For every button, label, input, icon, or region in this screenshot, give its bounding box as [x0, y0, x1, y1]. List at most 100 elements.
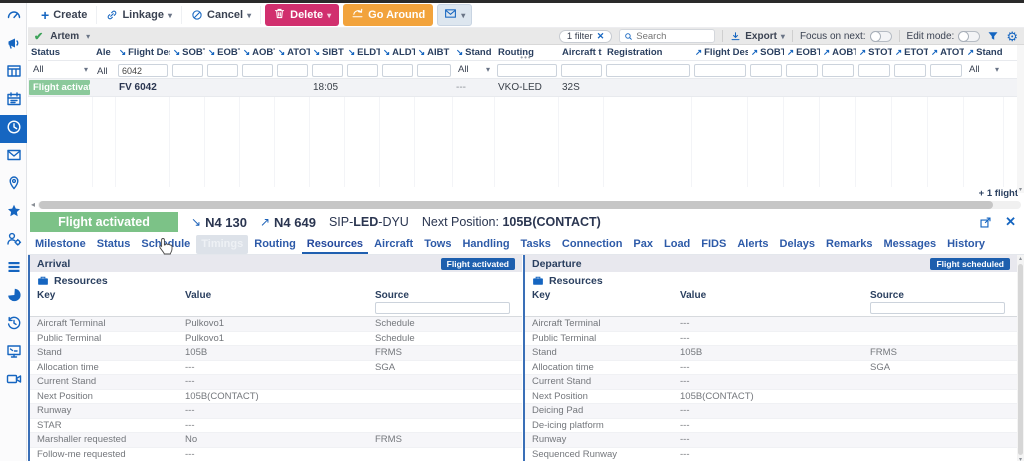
- column-header-stand-dep[interactable]: ↗Stand: [964, 47, 1004, 58]
- column-header-status[interactable]: Status: [28, 47, 93, 58]
- sidebar-item-list[interactable]: [0, 255, 27, 283]
- filter-input[interactable]: [750, 64, 782, 77]
- column-header-ale[interactable]: Ale: [93, 47, 116, 58]
- sidebar-item-envelope[interactable]: [0, 143, 27, 171]
- column-header-sobt-arr[interactable]: ↘SOBT: [170, 47, 205, 58]
- sidebar-item-gauge[interactable]: [0, 3, 27, 31]
- filter-select[interactable]: All▾: [30, 64, 91, 75]
- source-filter-input[interactable]: [375, 302, 510, 314]
- column-header-stand-arr[interactable]: ↘Stand: [453, 47, 495, 58]
- tab-load[interactable]: Load: [659, 235, 695, 254]
- filter-input[interactable]: [606, 64, 690, 77]
- filter-input[interactable]: [786, 64, 818, 77]
- sidebar-item-clock[interactable]: [0, 115, 27, 143]
- filter-value-label[interactable]: All: [95, 66, 110, 77]
- filter-input[interactable]: [561, 64, 602, 77]
- create-button[interactable]: + Create: [32, 6, 97, 24]
- filter-input[interactable]: [894, 64, 926, 77]
- tab-history[interactable]: History: [942, 235, 990, 254]
- close-icon[interactable]: ✕: [1005, 214, 1016, 230]
- open-in-window-icon[interactable]: [979, 216, 992, 229]
- tab-remarks[interactable]: Remarks: [821, 235, 877, 254]
- filter-select[interactable]: All▾: [966, 64, 1002, 75]
- clear-filter-icon[interactable]: ✕: [597, 31, 605, 42]
- filter-select[interactable]: All▾: [455, 64, 493, 75]
- tab-resources[interactable]: Resources: [302, 235, 368, 254]
- column-header-flight-des-dep[interactable]: ↗Flight Des: [692, 47, 748, 58]
- linkage-button[interactable]: Linkage ▾: [97, 6, 182, 24]
- active-filter-chip[interactable]: 1 filter ✕: [559, 30, 612, 43]
- tab-milestone[interactable]: Milestone: [30, 235, 91, 254]
- column-header-aircraft-t[interactable]: Aircraft t: [559, 47, 604, 58]
- filter-input[interactable]: [417, 64, 451, 77]
- sidebar-item-user-settings[interactable]: [0, 227, 27, 255]
- table-vertical-scrollbar[interactable]: ▾: [1017, 45, 1024, 193]
- caret-down-icon[interactable]: ▾: [86, 32, 90, 41]
- cancel-button[interactable]: Cancel ▾: [182, 6, 261, 24]
- panel-resize-grip[interactable]: •••: [520, 53, 531, 62]
- tab-timings[interactable]: Timings: [196, 235, 248, 254]
- sidebar-item-megaphone[interactable]: [0, 31, 27, 59]
- go-around-button[interactable]: Go Around: [343, 4, 433, 26]
- filter-input[interactable]: [207, 64, 238, 77]
- sidebar-item-map-pin[interactable]: [0, 171, 27, 199]
- column-header-sobt-dep[interactable]: ↗SOBT: [748, 47, 784, 58]
- detail-vertical-scrollbar[interactable]: ▴ ▾: [1017, 255, 1024, 461]
- messages-dropdown-button[interactable]: ▾: [437, 4, 472, 26]
- filter-input[interactable]: [694, 64, 746, 77]
- export-button[interactable]: Export ▾: [730, 31, 785, 42]
- filter-input[interactable]: [277, 64, 308, 77]
- filter-input[interactable]: [382, 64, 413, 77]
- search-input[interactable]: [636, 31, 710, 42]
- filter-input[interactable]: [347, 64, 378, 77]
- sidebar-item-history[interactable]: [0, 311, 27, 339]
- column-header-sibt-arr[interactable]: ↘SIBT↕: [310, 47, 345, 58]
- sidebar-item-table[interactable]: [0, 59, 27, 87]
- sidebar-item-star[interactable]: [0, 199, 27, 227]
- arrival-flight-number[interactable]: ↘ N4 130: [191, 215, 247, 230]
- column-header-stot-dep[interactable]: ↗STOT: [856, 47, 892, 58]
- column-header-eobt-arr[interactable]: ↘EOBT: [205, 47, 240, 58]
- filter-input[interactable]: [118, 64, 168, 77]
- sidebar-item-pie-chart[interactable]: [0, 283, 27, 311]
- tab-delays[interactable]: Delays: [775, 235, 820, 254]
- filter-input[interactable]: [497, 64, 557, 77]
- saved-view-name[interactable]: Artem: [50, 31, 79, 42]
- filter-input[interactable]: [312, 64, 343, 77]
- tab-tasks[interactable]: Tasks: [516, 235, 556, 254]
- column-header-aobt-arr[interactable]: ↘AOBT: [240, 47, 275, 58]
- edit-mode-toggle[interactable]: [958, 31, 980, 42]
- gear-icon[interactable]: ⚙: [1006, 30, 1018, 43]
- tab-tows[interactable]: Tows: [419, 235, 456, 254]
- column-header-registration[interactable]: Registration: [604, 47, 692, 58]
- column-header-aobt-dep[interactable]: ↗AOBT: [820, 47, 856, 58]
- tab-schedule[interactable]: Schedule: [136, 235, 195, 254]
- source-filter-input[interactable]: [870, 302, 1005, 314]
- filter-input[interactable]: [930, 64, 962, 77]
- column-header-eldt-arr[interactable]: ↘ELDT: [345, 47, 380, 58]
- tab-connection[interactable]: Connection: [557, 235, 628, 254]
- flight-row[interactable]: Flight activatedFV 604218:05---VKO-LED32…: [28, 79, 1024, 97]
- tab-messages[interactable]: Messages: [879, 235, 942, 254]
- focus-on-next-toggle[interactable]: [870, 31, 892, 42]
- tab-pax[interactable]: Pax: [628, 235, 658, 254]
- scroll-left-icon[interactable]: ◂: [31, 200, 35, 209]
- tab-fids[interactable]: FIDS: [696, 235, 731, 254]
- column-header-atot-dep[interactable]: ↗ATOT: [928, 47, 964, 58]
- sidebar-item-camera[interactable]: [0, 367, 27, 395]
- scroll-up-icon[interactable]: ▴: [1019, 255, 1022, 263]
- tab-alerts[interactable]: Alerts: [732, 235, 773, 254]
- scrollbar-track[interactable]: [38, 201, 1021, 209]
- filter-input[interactable]: [242, 64, 273, 77]
- panel-status-badge[interactable]: Flight scheduled: [930, 258, 1010, 270]
- column-header-flight-des-arr[interactable]: ↘Flight Des: [116, 47, 170, 58]
- column-header-atot-arr[interactable]: ↘ATOT: [275, 47, 310, 58]
- sidebar-item-calendar[interactable]: [0, 87, 27, 115]
- scroll-down-icon[interactable]: ▾: [1019, 456, 1022, 461]
- column-header-etot-dep[interactable]: ↗ETOT: [892, 47, 928, 58]
- column-header-aibt-arr[interactable]: ↘AIBT: [415, 47, 453, 58]
- column-header-eobt-dep[interactable]: ↗EOBT: [784, 47, 820, 58]
- sidebar-item-monitor[interactable]: [0, 339, 27, 367]
- scrollbar-thumb[interactable]: [39, 201, 992, 209]
- tab-status[interactable]: Status: [92, 235, 136, 254]
